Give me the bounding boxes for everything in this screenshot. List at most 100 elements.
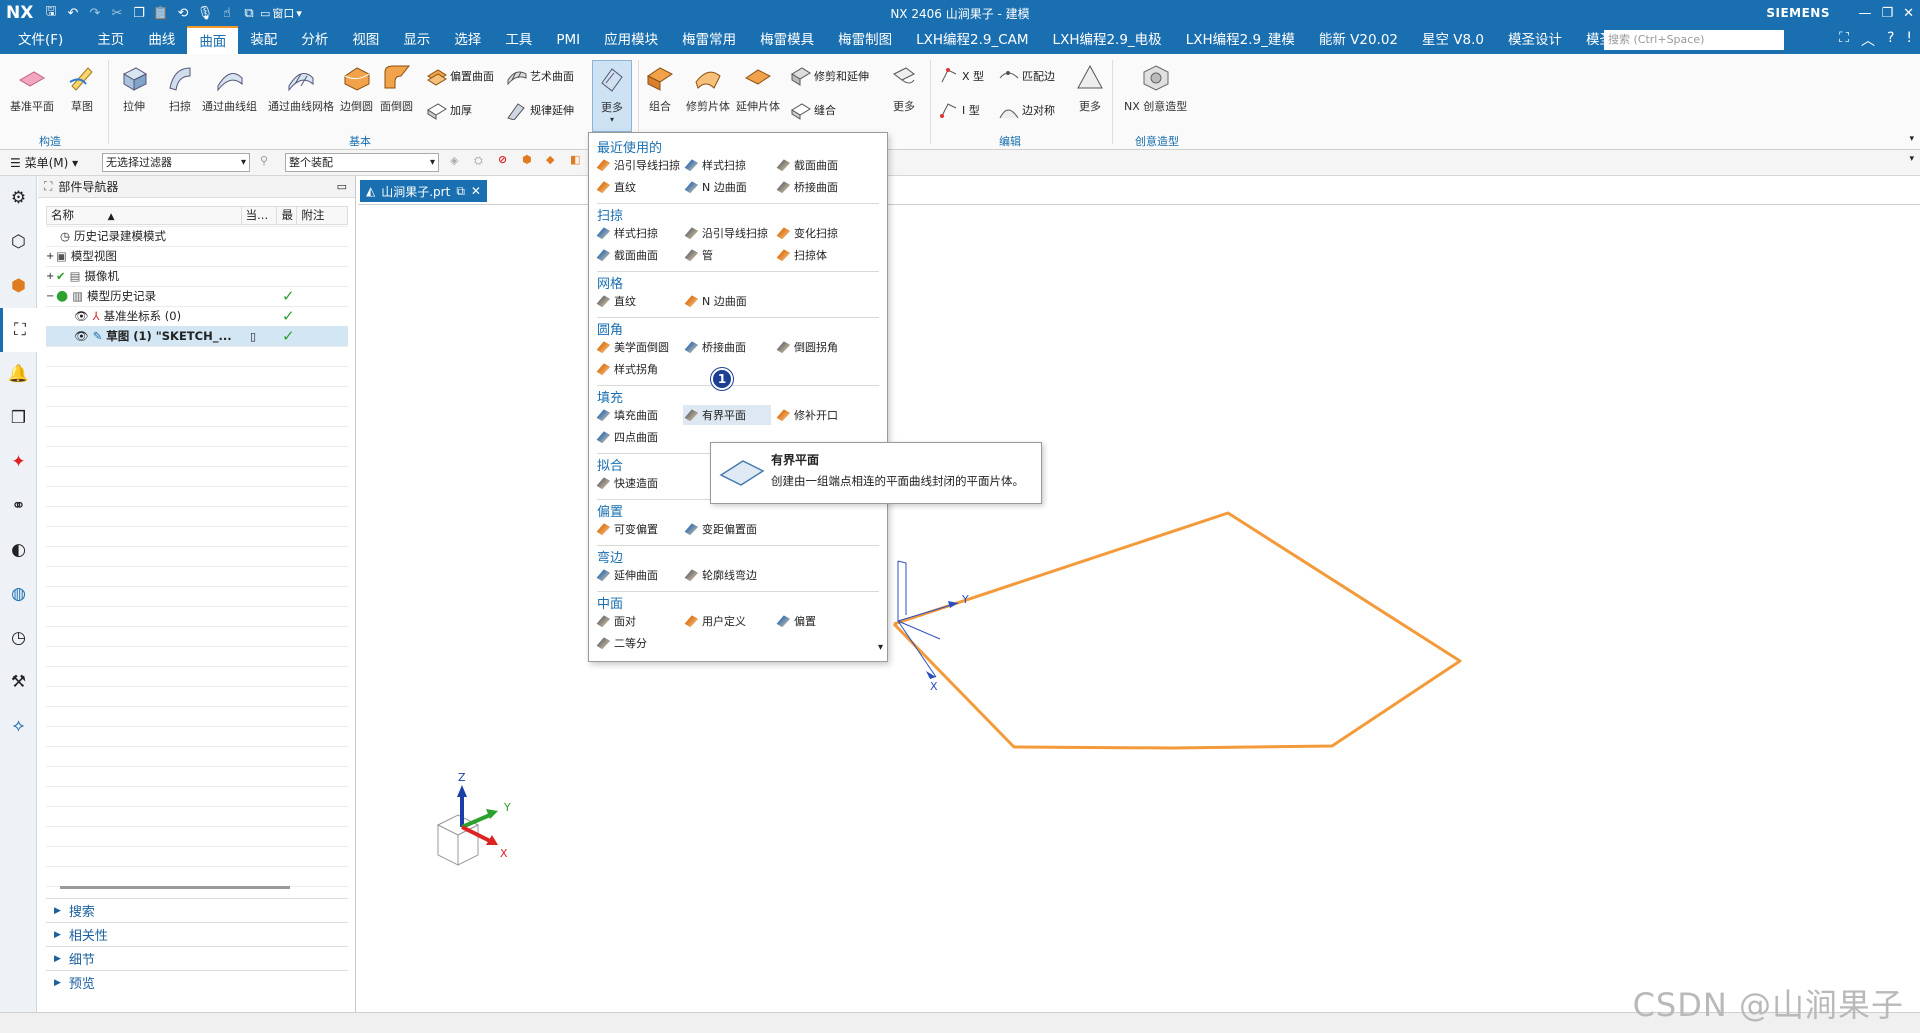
- type-filter-combo[interactable]: 无选择过滤器: [102, 153, 250, 172]
- sheet-body-icon[interactable]: ◆: [546, 153, 554, 166]
- gallery-item[interactable]: 沿引导线扫掠: [683, 223, 771, 243]
- tree-row-datum-csys[interactable]: 👁 ⅄ 基准坐标系 (0) ✓: [46, 306, 348, 326]
- close-button[interactable]: ✕: [1903, 6, 1914, 21]
- gallery-item[interactable]: 变化扫掠: [775, 223, 875, 243]
- gallery-item[interactable]: 美学面倒圆: [595, 337, 683, 357]
- expand-icon[interactable]: +: [46, 251, 56, 262]
- command-search-input[interactable]: 搜索 (Ctrl+Space): [1604, 30, 1784, 50]
- column-latest[interactable]: 最: [277, 207, 298, 224]
- nx-creative-button[interactable]: NX 创意造型: [1124, 62, 1187, 114]
- tree-row-sketch[interactable]: 👁 ✎ 草图 (1) "SKETCH_... ▯ ✓: [46, 326, 348, 346]
- touch-mode-icon[interactable]: ☝: [216, 3, 238, 23]
- sketch-button[interactable]: 草图: [66, 62, 98, 114]
- through-mesh-button[interactable]: 通过曲线网格: [268, 62, 334, 114]
- x-type-button[interactable]: X 型: [938, 66, 984, 86]
- cut-icon[interactable]: ✂: [106, 3, 128, 23]
- gallery-item[interactable]: 直纹: [595, 291, 683, 311]
- menu-item[interactable]: 选择: [442, 26, 493, 54]
- history-icon[interactable]: ◷: [0, 616, 37, 660]
- filter-icon[interactable]: ⚲: [260, 154, 268, 167]
- collapse-ribbon-icon[interactable]: ︿: [1861, 30, 1875, 50]
- gallery-item[interactable]: 桥接曲面: [683, 337, 771, 357]
- tab-close-icon[interactable]: ✕: [471, 184, 481, 198]
- horizontal-scrollbar[interactable]: [60, 886, 290, 889]
- web-browser-icon[interactable]: ⚭: [0, 484, 37, 528]
- gallery-item[interactable]: 管: [683, 245, 771, 265]
- tab-float-icon[interactable]: ⧉: [456, 184, 465, 199]
- select-feature-icon[interactable]: ◈: [450, 154, 458, 167]
- menu-item[interactable]: LXH编程2.9_建模: [1174, 26, 1307, 54]
- gallery-item[interactable]: 偏置: [775, 611, 875, 631]
- tree-row-history-mode[interactable]: ◷ 历史记录建模模式: [46, 226, 348, 246]
- menu-item[interactable]: LXH编程2.9_电极: [1041, 26, 1174, 54]
- gallery-item[interactable]: 倒圆拐角: [775, 337, 875, 357]
- menu-item[interactable]: 梅雷常用: [670, 26, 748, 54]
- menu-item[interactable]: 工具: [493, 26, 544, 54]
- maximize-panel-icon[interactable]: ▭: [337, 180, 347, 193]
- restore-button[interactable]: ❐: [1881, 6, 1893, 21]
- sew-button[interactable]: 缝合: [790, 100, 836, 120]
- trim-sheet-button[interactable]: 修剪片体: [686, 62, 730, 114]
- menu-item[interactable]: 应用模块: [592, 26, 670, 54]
- gallery-item[interactable]: N 边曲面: [683, 291, 771, 311]
- thicken-button[interactable]: 加厚: [426, 100, 472, 120]
- gallery-item[interactable]: 扫掠体: [775, 245, 875, 265]
- menu-button[interactable]: ☰ 菜单(M) ▾: [10, 154, 78, 171]
- copy-icon[interactable]: ❐: [128, 3, 150, 23]
- tree-row-cameras[interactable]: + ✔ ▤ 摄像机: [46, 266, 348, 286]
- eye-icon[interactable]: 👁: [74, 309, 89, 323]
- match-edge-button[interactable]: 匹配边: [998, 66, 1055, 86]
- globe-icon[interactable]: ◍: [0, 572, 37, 616]
- assembly-navigator-icon[interactable]: ⬡: [0, 220, 37, 264]
- gallery-item[interactable]: 用户定义: [683, 611, 771, 631]
- part-tab[interactable]: ◭ 山涧果子.prt ⧉ ✕: [360, 180, 487, 202]
- sweep-button[interactable]: 扫掠: [164, 62, 196, 114]
- scroll-down-icon[interactable]: ▾: [878, 642, 883, 653]
- gallery-item[interactable]: 四点曲面: [595, 427, 683, 447]
- undo-icon[interactable]: ↶: [62, 3, 84, 23]
- gallery-item[interactable]: 二等分: [595, 633, 683, 653]
- repeat-command-icon[interactable]: ⟲: [172, 3, 194, 23]
- more-surface-button[interactable]: 更多 ▾: [592, 60, 632, 132]
- eye-icon[interactable]: 👁: [74, 329, 89, 343]
- hd3d-tools-icon[interactable]: ✦: [0, 440, 37, 484]
- redo-icon[interactable]: ↷: [84, 3, 106, 23]
- combine-button[interactable]: 组合: [644, 62, 676, 114]
- gallery-item[interactable]: 样式扫掠: [595, 223, 683, 243]
- selection-scope-combo[interactable]: 整个装配: [285, 153, 439, 172]
- panel-preview[interactable]: ▶ 预览: [46, 970, 348, 994]
- menu-item[interactable]: 分析: [289, 26, 340, 54]
- face-blend-button[interactable]: 面倒圆: [380, 62, 413, 114]
- extend-sheet-button[interactable]: 延伸片体: [736, 62, 780, 114]
- gallery-item[interactable]: 填充曲面: [595, 405, 683, 425]
- gallery-item[interactable]: 沿引导线扫掠: [595, 155, 683, 175]
- tree-row-model-views[interactable]: + ▣ 模型视图: [46, 246, 348, 266]
- gallery-item[interactable]: 面对: [595, 611, 683, 631]
- gallery-item[interactable]: 轮廓线弯边: [683, 565, 771, 585]
- gallery-item[interactable]: 可变偏置: [595, 519, 683, 539]
- gallery-item[interactable]: 变距偏置面: [683, 519, 771, 539]
- edge-blend-button[interactable]: 边倒圆: [340, 62, 373, 114]
- menu-item[interactable]: 视图: [340, 26, 391, 54]
- constraint-navigator-icon[interactable]: ⬢: [0, 264, 37, 308]
- role-tools-icon[interactable]: ⚒: [0, 660, 37, 704]
- expand-icon[interactable]: +: [46, 271, 56, 282]
- notification-bell-icon[interactable]: 🔔: [0, 352, 37, 396]
- paste-icon[interactable]: 📋: [150, 3, 172, 23]
- select-all-icon[interactable]: ⛭: [474, 154, 483, 168]
- switch-window-icon[interactable]: ⧉: [238, 3, 260, 23]
- gallery-item[interactable]: 修补开口: [775, 405, 875, 425]
- menu-item[interactable]: 主页: [85, 26, 136, 54]
- gallery-item[interactable]: 桥接曲面: [775, 177, 875, 197]
- tree-row-model-history[interactable]: − ● ▥ 模型历史记录 ✓: [46, 286, 348, 306]
- gallery-item[interactable]: 延伸曲面: [595, 565, 683, 585]
- deselect-icon[interactable]: ⊘: [498, 153, 507, 166]
- more-edit-button[interactable]: 更多: [1074, 62, 1106, 114]
- knowledge-icon[interactable]: ⟡: [0, 704, 37, 748]
- alert-icon[interactable]: !: [1906, 30, 1912, 50]
- gallery-item[interactable]: 截面曲面: [775, 155, 875, 175]
- fullscreen-icon[interactable]: ⛶: [1839, 30, 1849, 50]
- minimize-button[interactable]: —: [1858, 6, 1871, 21]
- menu-item[interactable]: 能新 V20.02: [1307, 26, 1410, 54]
- help-icon[interactable]: ?: [1887, 30, 1894, 50]
